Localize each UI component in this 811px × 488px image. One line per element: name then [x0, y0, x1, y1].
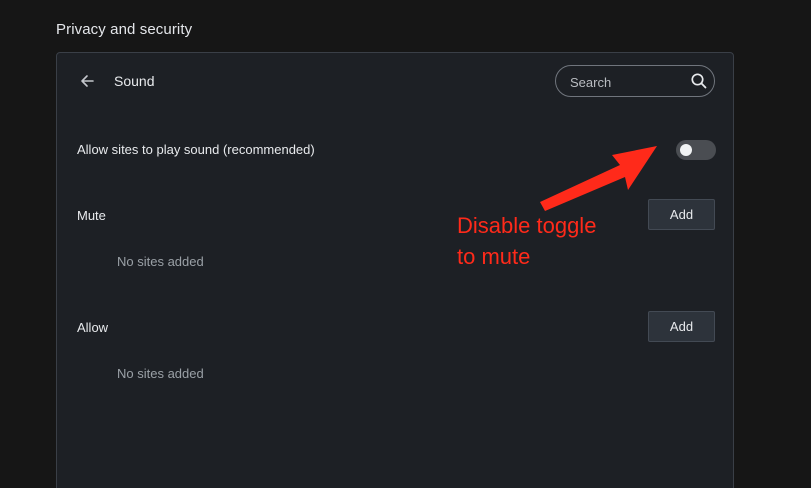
allow-sound-toggle[interactable]: [676, 140, 716, 160]
search-box[interactable]: [555, 65, 715, 98]
allow-empty-text: No sites added: [117, 366, 204, 381]
section-title: Privacy and security: [56, 21, 193, 38]
search-icon[interactable]: [690, 72, 708, 90]
annotation-line-2: to mute: [457, 244, 531, 269]
mute-empty-text: No sites added: [117, 254, 204, 269]
back-button[interactable]: [75, 69, 99, 93]
search-input[interactable]: [568, 66, 690, 98]
annotation-text: Disable toggle to mute: [457, 210, 637, 272]
toggle-knob: [680, 144, 692, 156]
settings-page: Privacy and security Sound Allow sites t…: [0, 0, 811, 488]
panel-title: Sound: [114, 73, 155, 89]
allow-sound-label: Allow sites to play sound (recommended): [77, 142, 315, 157]
annotation-line-1: Disable toggle: [457, 213, 597, 238]
mute-add-button[interactable]: Add: [648, 199, 715, 230]
allow-add-button[interactable]: Add: [648, 311, 715, 342]
allow-label: Allow: [77, 320, 109, 335]
mute-label: Mute: [77, 208, 106, 223]
arrow-left-icon: [81, 75, 94, 87]
